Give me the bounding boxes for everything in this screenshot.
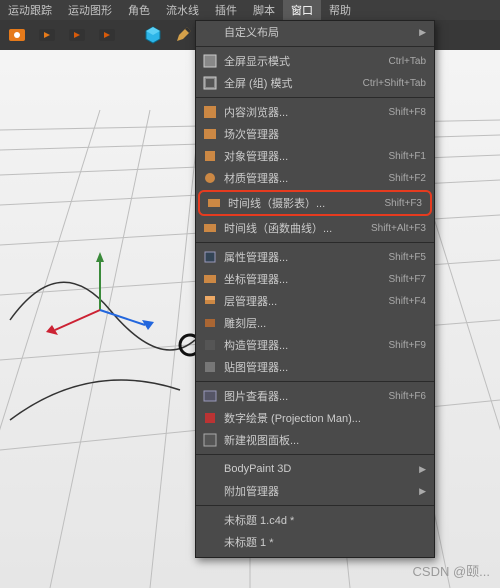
menu-texture-manager[interactable]: 贴图管理器... <box>196 356 434 378</box>
menu-object-manager[interactable]: 对象管理器...Shift+F1 <box>196 145 434 167</box>
menu-timeline-dopesheet[interactable]: 时间线（摄影表）...Shift+F3 <box>198 190 432 216</box>
window-group-icon <box>202 75 218 91</box>
window-icon <box>202 53 218 69</box>
menu-additional-managers[interactable]: 附加管理器▶ <box>196 480 434 502</box>
menu-plugins[interactable]: 插件 <box>207 0 245 20</box>
browser-icon <box>202 104 218 120</box>
menu-fullscreen-group[interactable]: 全屏 (组) 模式Ctrl+Shift+Tab <box>196 72 434 94</box>
menu-new-view-panel[interactable]: 新建视图面板... <box>196 429 434 451</box>
picture-icon <box>202 388 218 404</box>
axis-gizmo[interactable] <box>40 250 160 350</box>
menu-take-manager[interactable]: 场次管理器 <box>196 123 434 145</box>
window-menu-dropdown: 自定义布局▶ 全屏显示模式Ctrl+Tab 全屏 (组) 模式Ctrl+Shif… <box>195 20 435 558</box>
menu-picture-viewer[interactable]: 图片查看器...Shift+F6 <box>196 385 434 407</box>
watermark: CSDN @颐... <box>413 561 490 580</box>
layer-icon <box>202 293 218 309</box>
projection-icon <box>202 410 218 426</box>
menu-bodypaint[interactable]: BodyPaint 3D▶ <box>196 458 434 480</box>
record-button[interactable] <box>3 22 31 48</box>
menu-sculpt-layers[interactable]: 雕刻层... <box>196 312 434 334</box>
menubar: 运动跟踪 运动图形 角色 流水线 插件 脚本 窗口 帮助 <box>0 0 500 20</box>
menu-custom-layout[interactable]: 自定义布局▶ <box>196 21 434 43</box>
menu-content-browser[interactable]: 内容浏览器...Shift+F8 <box>196 101 434 123</box>
menu-window[interactable]: 窗口 <box>283 0 321 20</box>
menu-material-manager[interactable]: 材质管理器...Shift+F2 <box>196 167 434 189</box>
menu-motion-tracking[interactable]: 运动跟踪 <box>0 0 60 20</box>
menu-script[interactable]: 脚本 <box>245 0 283 20</box>
panel-icon <box>202 432 218 448</box>
menu-coordinate-manager[interactable]: 坐标管理器...Shift+F7 <box>196 268 434 290</box>
menu-doc-1[interactable]: 未标题 1.c4d * <box>196 509 434 531</box>
take-icon <box>202 126 218 142</box>
menu-fullscreen[interactable]: 全屏显示模式Ctrl+Tab <box>196 50 434 72</box>
menu-attribute-manager[interactable]: 属性管理器...Shift+F5 <box>196 246 434 268</box>
menu-pipeline[interactable]: 流水线 <box>158 0 207 20</box>
menu-layer-manager[interactable]: 层管理器...Shift+F4 <box>196 290 434 312</box>
cube-icon <box>202 148 218 164</box>
menu-help[interactable]: 帮助 <box>321 0 359 20</box>
texture-icon <box>202 359 218 375</box>
cube-icon[interactable] <box>139 22 167 48</box>
timeline-icon <box>206 195 222 211</box>
menu-projection-man[interactable]: 数字绘景 (Projection Man)... <box>196 407 434 429</box>
menu-motion-graphics[interactable]: 运动图形 <box>60 0 120 20</box>
menu-timeline-fcurve[interactable]: 时间线（函数曲线）...Shift+Alt+F3 <box>196 217 434 239</box>
menu-doc-2[interactable]: 未标题 1 * <box>196 531 434 553</box>
autokey-button[interactable] <box>33 22 61 48</box>
sculpt-icon <box>202 315 218 331</box>
pen-icon[interactable] <box>169 22 197 48</box>
play-button[interactable] <box>63 22 91 48</box>
key-button[interactable] <box>93 22 121 48</box>
material-icon <box>202 170 218 186</box>
attribute-icon <box>202 249 218 265</box>
fcurve-icon <box>202 220 218 236</box>
coord-icon <box>202 271 218 287</box>
menu-character[interactable]: 角色 <box>120 0 158 20</box>
structure-icon <box>202 337 218 353</box>
menu-structure-manager[interactable]: 构造管理器...Shift+F9 <box>196 334 434 356</box>
